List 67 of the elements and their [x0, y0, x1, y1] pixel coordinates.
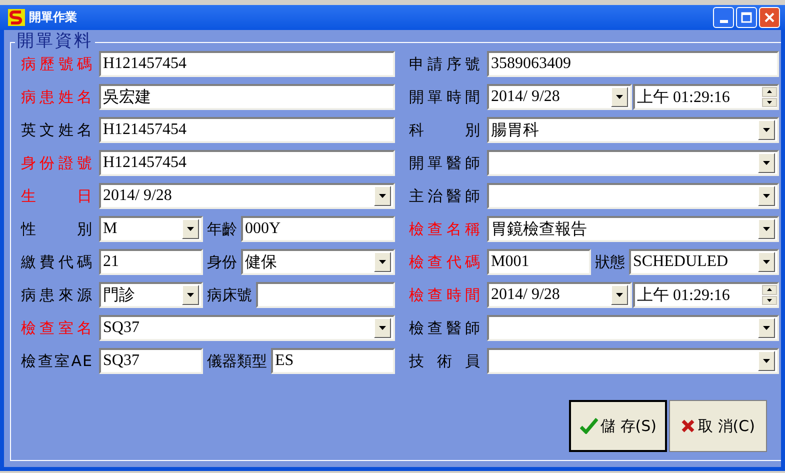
- maximize-icon: [741, 12, 752, 23]
- field-label: 開單醫師: [409, 154, 481, 172]
- text-field[interactable]: H121457454: [99, 117, 395, 143]
- dropdown[interactable]: [487, 348, 779, 374]
- field-label: 年齡: [206, 220, 238, 238]
- dropdown[interactable]: 門診: [99, 282, 203, 308]
- field-label: 身份證號: [21, 154, 93, 172]
- field-label: 生 日: [21, 186, 93, 206]
- field-label: 技 術 員: [409, 352, 481, 370]
- spinner-icon[interactable]: [762, 87, 777, 107]
- field-label: 儀器類型: [206, 352, 268, 370]
- field-label: 檢查室名: [21, 318, 93, 338]
- time-field[interactable]: 上午 01:29:16: [633, 282, 779, 308]
- date-picker[interactable]: 2014/ 9/28: [487, 282, 632, 308]
- field-label: 檢查室AE: [21, 352, 93, 370]
- text-field[interactable]: [256, 282, 395, 308]
- checkmark-icon: [580, 418, 598, 434]
- field-label: 病患姓名: [21, 88, 93, 106]
- minimize-icon: [720, 20, 728, 23]
- group-title: 開單資料: [15, 31, 95, 51]
- field-label: 申請序號: [409, 54, 481, 74]
- field-label: 性 別: [21, 220, 93, 238]
- dropdown[interactable]: M: [99, 216, 203, 242]
- text-field[interactable]: M001: [487, 249, 591, 275]
- dropdown[interactable]: 健保: [241, 249, 395, 275]
- dropdown[interactable]: 腸胃科: [487, 117, 779, 143]
- field-label: 檢查名稱: [409, 220, 481, 238]
- field-label: 科 別: [409, 120, 481, 140]
- maximize-button[interactable]: [736, 7, 757, 28]
- field-label: 病患來源: [21, 286, 93, 304]
- close-button[interactable]: [759, 7, 780, 28]
- text-field[interactable]: 21: [99, 249, 203, 275]
- field-label: 主治醫師: [409, 186, 481, 206]
- window-title: 開單作業: [29, 9, 77, 26]
- text-field[interactable]: SQ37: [99, 348, 203, 374]
- text-field[interactable]: ES: [271, 348, 395, 374]
- field-label: 身份: [206, 252, 238, 272]
- dropdown[interactable]: 胃鏡檢查報告: [487, 216, 779, 242]
- time-field[interactable]: 上午 01:29:16: [633, 84, 779, 110]
- field-label: 病歷號碼: [21, 54, 93, 74]
- field-label: 病床號: [206, 286, 253, 304]
- field-label: 檢查時間: [409, 286, 481, 304]
- field-label: 狀態: [594, 252, 626, 272]
- x-mark-icon: [681, 419, 696, 433]
- cancel-button[interactable]: 取 消(C): [669, 400, 767, 452]
- dropdown[interactable]: 2014/ 9/28: [99, 183, 395, 209]
- field-label: 開單時間: [409, 88, 481, 106]
- save-button[interactable]: 儲 存(S): [569, 400, 667, 452]
- close-icon: [764, 12, 775, 23]
- minimize-button[interactable]: [713, 7, 734, 28]
- text-field[interactable]: H121457454: [99, 51, 395, 77]
- dropdown[interactable]: SCHEDULED: [629, 249, 779, 275]
- field-label: 檢查醫師: [409, 318, 481, 338]
- dropdown[interactable]: [487, 183, 779, 209]
- app-logo-icon: [8, 9, 25, 26]
- field-label: 檢查代碼: [409, 252, 481, 272]
- dropdown[interactable]: [487, 150, 779, 176]
- field-label: 英文姓名: [21, 120, 93, 140]
- text-field[interactable]: 3589063409: [487, 51, 779, 77]
- dropdown[interactable]: SQ37: [99, 315, 395, 341]
- text-field[interactable]: 000Y: [241, 216, 395, 242]
- date-picker[interactable]: 2014/ 9/28: [487, 84, 632, 110]
- spinner-icon[interactable]: [762, 285, 777, 305]
- text-field[interactable]: 吳宏建: [99, 84, 395, 110]
- text-field[interactable]: H121457454: [99, 150, 395, 176]
- dropdown[interactable]: [487, 315, 779, 341]
- field-label: 繳費代碼: [21, 252, 93, 272]
